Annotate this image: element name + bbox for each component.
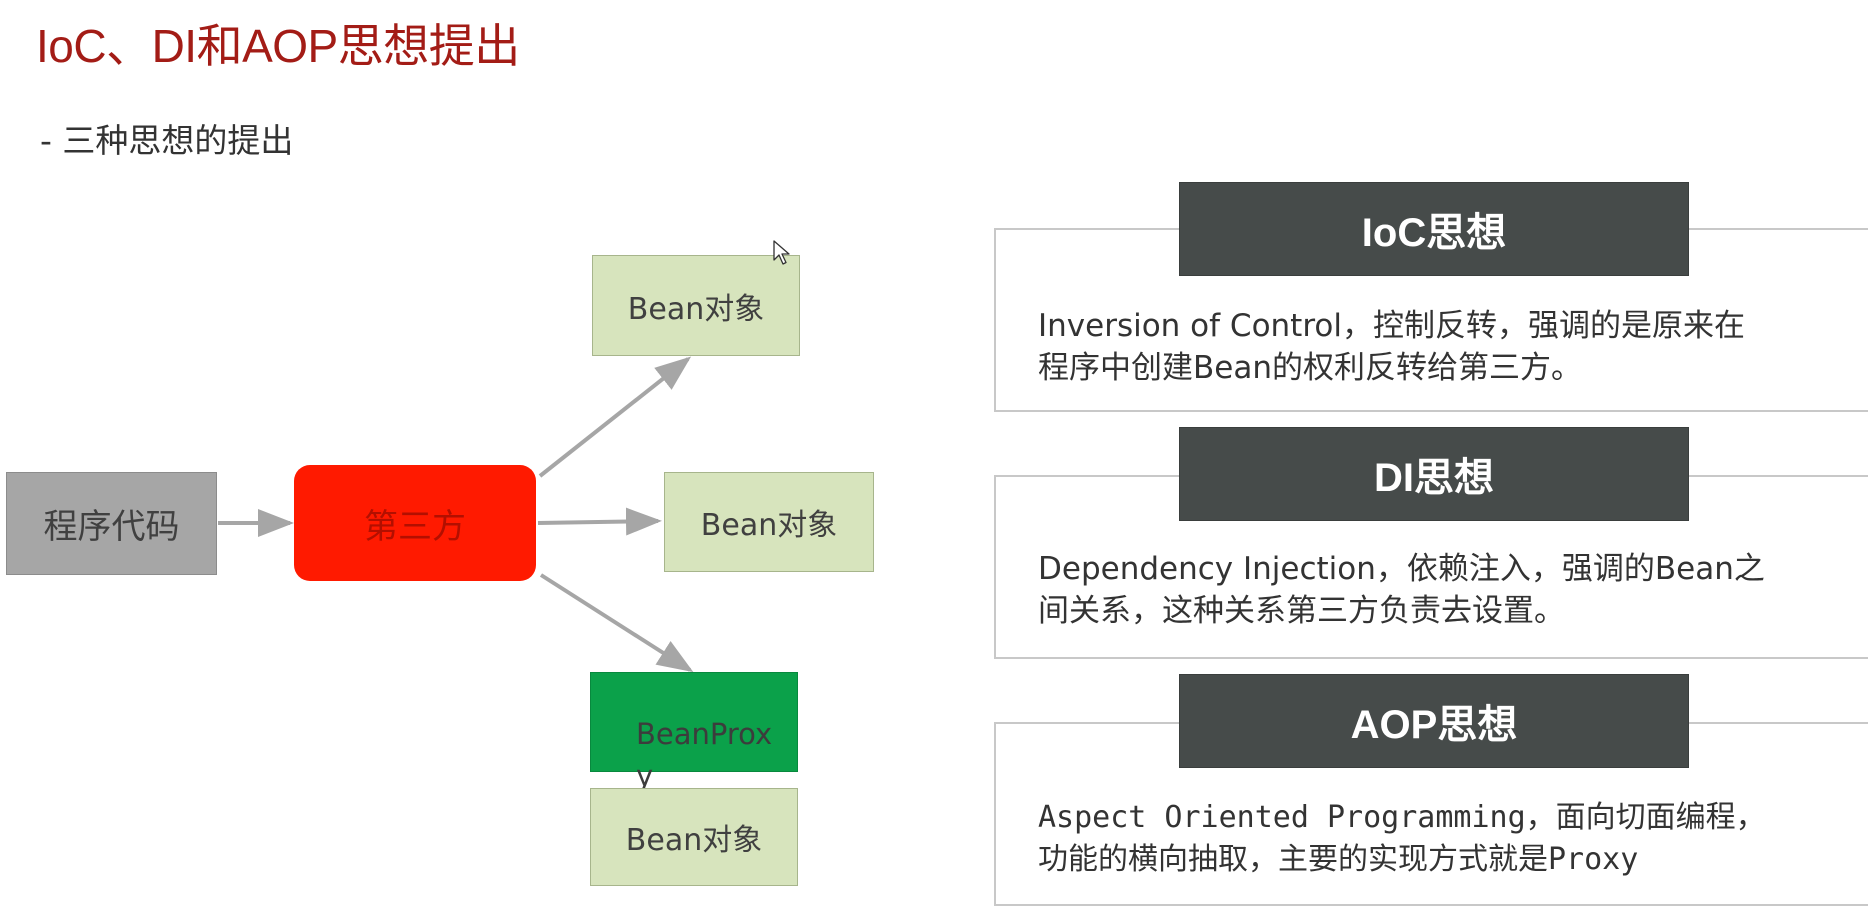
aop-card-line-2: 功能的横向抽取，主要的实现方式就是Proxy xyxy=(1038,842,1639,877)
third-party-label: 第三方 xyxy=(364,506,466,547)
bean-proxy-node: BeanProxy xyxy=(590,672,798,793)
ioc-card-heading: IoC思想 xyxy=(1179,182,1689,276)
di-card-body: Dependency Injection，依赖注入，强调的Bean之 间关系，这… xyxy=(1038,548,1838,632)
bean-object-node-middle: Bean对象 xyxy=(664,472,874,572)
bean-object-node-top: Bean对象 xyxy=(592,255,800,356)
aop-card-heading: AOP思想 xyxy=(1179,674,1689,768)
arrow-third-to-bean-middle xyxy=(537,507,662,536)
ioc-card-body: Inversion of Control，控制反转，强调的是原来在 程序中创建B… xyxy=(1038,305,1838,389)
ioc-card-line-2: 程序中创建Bean的权利反转给第三方。 xyxy=(1038,350,1582,386)
di-card-line-1: Dependency Injection，依赖注入，强调的Bean之 xyxy=(1038,551,1765,587)
program-code-node: 程序代码 xyxy=(6,472,217,575)
di-card-line-2: 间关系，这种关系第三方负责去设置。 xyxy=(1038,593,1565,629)
bean-object-label: Bean对象 xyxy=(627,291,765,327)
di-card-heading: DI思想 xyxy=(1179,427,1689,521)
ioc-card-line-1: Inversion of Control，控制反转，强调的是原来在 xyxy=(1038,308,1745,344)
aop-card-body: Aspect Oriented Programming，面向切面编程， 功能的横… xyxy=(1038,797,1838,881)
arrow-third-to-proxy xyxy=(539,573,694,673)
third-party-node: 第三方 xyxy=(294,465,536,581)
aop-card: AOP思想 Aspect Oriented Programming，面向切面编程… xyxy=(994,674,1868,906)
bean-proxy-label: BeanProxy xyxy=(636,717,773,793)
mouse-cursor-icon xyxy=(773,240,790,265)
arrow-third-to-bean-top xyxy=(538,356,692,478)
program-code-label: 程序代码 xyxy=(43,507,180,547)
bean-object-label: Bean对象 xyxy=(700,508,838,543)
di-card: DI思想 Dependency Injection，依赖注入，强调的Bean之 … xyxy=(994,427,1868,659)
bean-object-node-bottom: Bean对象 xyxy=(590,788,798,886)
aop-card-line-1: Aspect Oriented Programming，面向切面编程， xyxy=(1038,800,1766,835)
bean-object-label: Bean对象 xyxy=(625,823,763,858)
ioc-card: IoC思想 Inversion of Control，控制反转，强调的是原来在 … xyxy=(994,182,1868,412)
